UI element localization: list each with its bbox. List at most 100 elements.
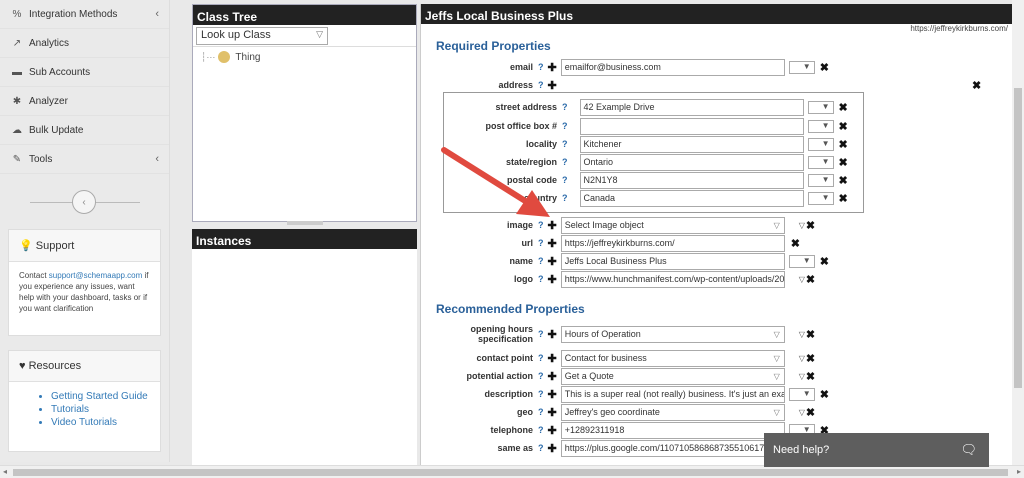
remove-icon[interactable]: ✖ <box>806 328 815 341</box>
resource-link[interactable]: Tutorials <box>51 403 160 416</box>
help-icon[interactable]: ? <box>562 139 568 149</box>
type-select[interactable]: ▼ <box>807 119 834 133</box>
sidebar-item-integration-methods[interactable]: % Integration Methods ‹ <box>0 0 169 29</box>
address-field-input[interactable]: Canada <box>579 189 804 207</box>
chevron-down-icon[interactable]: ▽ <box>799 275 805 284</box>
rec-0-select[interactable]: Hours of Operation ▽ <box>560 325 785 343</box>
name-input[interactable]: Jeffs Local Business Plus <box>560 252 785 270</box>
remove-icon[interactable]: ✖ <box>806 406 815 419</box>
scroll-left-icon[interactable]: ◂ <box>3 467 7 476</box>
remove-address-icon[interactable]: ✖ <box>972 79 981 92</box>
help-icon[interactable]: ? <box>538 238 544 248</box>
remove-icon[interactable]: ✖ <box>839 101 848 114</box>
need-help-widget[interactable]: Need help? 🗨 <box>764 433 989 467</box>
address-field-input[interactable]: Kitchener <box>579 135 804 153</box>
rec-1-label: contact point <box>476 353 534 363</box>
add-icon[interactable]: ✚ <box>548 406 557 419</box>
help-icon[interactable]: ? <box>538 62 544 72</box>
chevron-down-icon[interactable]: ▽ <box>799 221 805 230</box>
sidebar-item-bulk-update[interactable]: ☁ Bulk Update <box>0 116 169 145</box>
add-icon[interactable]: ✚ <box>548 442 557 455</box>
chevron-down-icon[interactable]: ▽ <box>799 330 805 339</box>
help-icon[interactable]: ? <box>562 121 568 131</box>
add-icon[interactable]: ✚ <box>548 388 557 401</box>
resource-link[interactable]: Video Tutorials <box>51 416 160 429</box>
url-input[interactable]: https://jeffreykirkburns.com/ <box>560 234 785 252</box>
add-icon[interactable]: ✚ <box>548 255 557 268</box>
add-icon[interactable]: ✚ <box>548 328 557 341</box>
help-icon[interactable]: ? <box>538 256 544 266</box>
type-select[interactable]: ▼ <box>807 173 834 187</box>
sidebar-item-analyzer[interactable]: ✱ Analyzer <box>0 87 169 116</box>
remove-icon[interactable]: ✖ <box>839 120 848 133</box>
email-input[interactable]: emailfor@business.com <box>560 58 785 76</box>
type-select[interactable]: ▼ <box>788 60 815 74</box>
add-icon[interactable]: ✚ <box>548 237 557 250</box>
chevron-down-icon[interactable]: ▽ <box>799 372 805 381</box>
resource-link[interactable]: Getting Started Guide <box>51 390 160 403</box>
remove-icon[interactable]: ✖ <box>839 192 848 205</box>
remove-icon[interactable]: ✖ <box>839 156 848 169</box>
chevron-down-icon[interactable]: ▽ <box>799 354 805 363</box>
type-select[interactable]: ▼ <box>807 137 834 151</box>
collapse-sidebar-button[interactable]: ‹ <box>72 190 96 214</box>
sidebar-item-tools[interactable]: ✎ Tools ‹ <box>0 145 169 174</box>
type-select[interactable]: ▼ <box>807 155 834 169</box>
remove-icon[interactable]: ✖ <box>839 138 848 151</box>
address-field-input[interactable]: N2N1Y8 <box>579 171 804 189</box>
add-icon[interactable]: ✚ <box>548 61 557 74</box>
resize-handle[interactable] <box>287 221 323 225</box>
help-icon[interactable]: ? <box>538 80 544 90</box>
add-icon[interactable]: ✚ <box>548 352 557 365</box>
rec-6-input[interactable]: https://plus.google.com/1107105868687355… <box>560 439 785 457</box>
vertical-scrollbar[interactable] <box>1012 0 1024 465</box>
add-icon[interactable]: ✚ <box>548 79 557 92</box>
help-icon[interactable]: ? <box>538 443 544 453</box>
help-icon[interactable]: ? <box>538 407 544 417</box>
help-icon[interactable]: ? <box>562 157 568 167</box>
help-icon[interactable]: ? <box>538 371 544 381</box>
tree-node-thing[interactable]: ┆⋯ Thing <box>201 51 260 63</box>
add-icon[interactable]: ✚ <box>548 370 557 383</box>
help-icon[interactable]: ? <box>538 274 544 284</box>
chevron-down-icon[interactable]: ▽ <box>799 408 805 417</box>
help-icon[interactable]: ? <box>538 353 544 363</box>
help-icon[interactable]: ? <box>562 102 568 112</box>
logo-input[interactable]: https://www.hunchmanifest.com/wp-content… <box>560 270 785 288</box>
sidebar-item-sub-accounts[interactable]: ▬ Sub Accounts <box>0 58 169 87</box>
remove-icon[interactable]: ✖ <box>839 174 848 187</box>
type-select[interactable]: ▼ <box>788 254 815 268</box>
help-icon[interactable]: ? <box>538 425 544 435</box>
add-icon[interactable]: ✚ <box>548 424 557 437</box>
type-select[interactable]: ▼ <box>807 191 834 205</box>
address-row: address? ✚ <box>421 77 557 93</box>
remove-icon[interactable]: ✖ <box>806 370 815 383</box>
remove-icon[interactable]: ✖ <box>806 219 815 232</box>
remove-icon[interactable]: ✖ <box>820 388 829 401</box>
type-select[interactable]: ▼ <box>807 100 834 114</box>
address-field-input[interactable]: Ontario <box>579 153 804 171</box>
help-icon[interactable]: ? <box>538 389 544 399</box>
rec-4-select[interactable]: Jeffrey's geo coordinate ▽ <box>560 403 785 421</box>
rec-2-select[interactable]: Get a Quote ▽ <box>560 367 785 385</box>
sidebar-item-analytics[interactable]: ↗ Analytics <box>0 29 169 58</box>
type-select[interactable]: ▼ <box>788 387 815 401</box>
support-email-link[interactable]: support@schemaapp.com <box>49 271 143 280</box>
add-icon[interactable]: ✚ <box>548 273 557 286</box>
remove-icon[interactable]: ✖ <box>791 237 800 250</box>
scroll-right-icon[interactable]: ▸ <box>1017 467 1021 476</box>
rec-1-select[interactable]: Contact for business ▽ <box>560 349 785 367</box>
help-icon[interactable]: ? <box>562 193 568 203</box>
remove-icon[interactable]: ✖ <box>820 61 829 74</box>
help-icon[interactable]: ? <box>538 329 544 339</box>
rec-5-input[interactable]: +12892311918 <box>560 421 785 439</box>
address-field-input[interactable]: 42 Example Drive <box>579 98 804 116</box>
lookup-class-select[interactable]: Look up Class ▽ <box>196 27 328 45</box>
remove-icon[interactable]: ✖ <box>806 352 815 365</box>
remove-icon[interactable]: ✖ <box>806 273 815 286</box>
address-field-input[interactable] <box>579 117 804 135</box>
help-icon[interactable]: ? <box>562 175 568 185</box>
rec-3-input[interactable]: This is a super real (not really) busine… <box>560 385 785 403</box>
image-select[interactable]: Select Image object ▽ <box>560 216 785 234</box>
remove-icon[interactable]: ✖ <box>820 255 829 268</box>
